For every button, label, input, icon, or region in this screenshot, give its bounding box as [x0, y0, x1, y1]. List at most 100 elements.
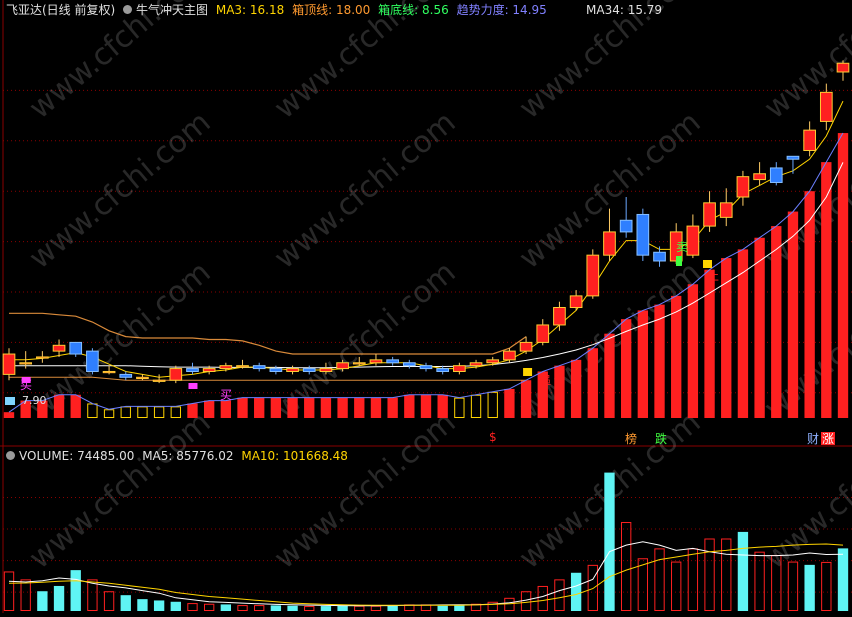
trend-bar — [354, 397, 365, 418]
chase-marker — [523, 368, 533, 376]
candle-body — [286, 368, 299, 372]
watermark-text: www.cfchi.com — [23, 405, 218, 576]
volume-bar — [821, 561, 832, 611]
volume-settings-icon[interactable] — [6, 451, 15, 460]
volume-bar — [170, 601, 181, 611]
candle-body — [69, 341, 83, 355]
volume-value: VOLUME: 74485.00 — [19, 449, 135, 463]
volume-bar — [3, 571, 15, 611]
trend-bar — [220, 400, 232, 418]
trend-bar — [487, 391, 498, 419]
watermark-text: www.cfchi.com — [513, 0, 708, 126]
candle-body — [553, 307, 566, 326]
volume-bar — [454, 605, 465, 611]
trend-bar — [504, 388, 515, 418]
trend-bar — [254, 397, 265, 418]
volume-bar — [370, 605, 382, 612]
volume-bar — [837, 548, 849, 611]
candle-body — [653, 251, 666, 262]
candle-body — [269, 368, 283, 372]
candle-body — [402, 362, 416, 367]
volume-bar — [604, 472, 615, 611]
volume-bar — [37, 591, 48, 611]
candle-body — [719, 202, 733, 218]
volume-bar — [437, 605, 448, 611]
candle-body — [202, 368, 216, 372]
volume-bar — [737, 531, 749, 611]
candle-body — [536, 324, 550, 343]
candle-body — [119, 373, 133, 378]
trend-bar — [420, 394, 432, 418]
candle-body — [2, 353, 16, 375]
price-marker — [5, 397, 15, 405]
trend-bar — [754, 237, 765, 418]
trend-value: 趋势力度: 14.95 — [456, 3, 547, 17]
candle-body — [136, 376, 149, 379]
volume-bar — [237, 605, 248, 611]
trend-bar — [837, 133, 849, 419]
candle-body — [586, 254, 600, 297]
trend-bar — [771, 226, 782, 418]
volume-bar — [320, 606, 332, 611]
volume-bar — [153, 600, 165, 611]
indicator-settings-icon[interactable] — [123, 5, 133, 14]
box-top-value: 箱顶线: 18.00 — [292, 3, 371, 17]
candle-body — [219, 365, 233, 370]
candle-body — [469, 362, 483, 367]
indicator-name[interactable]: 牛气冲天主图 — [136, 3, 208, 17]
trend-bar — [3, 412, 15, 418]
volume-bar — [704, 538, 715, 611]
trend-bar — [604, 333, 615, 418]
candle-body — [636, 213, 650, 256]
trend-bar — [721, 258, 732, 418]
trend-bar — [304, 397, 315, 418]
watermark-text: www.cfchi.com — [268, 405, 463, 576]
watermark-text: www.cfchi.com — [268, 105, 463, 276]
candle-body — [252, 365, 266, 370]
candle-body — [819, 91, 833, 122]
candle-body — [703, 202, 716, 227]
trend-bar — [520, 380, 532, 418]
trend-bar — [821, 162, 832, 418]
ma34-value: MA34: 15.79 — [586, 3, 663, 17]
trend-bar — [170, 406, 181, 419]
trend-bar — [187, 403, 198, 418]
vol-ma10-value: MA10: 101668.48 — [241, 449, 348, 463]
candle-body — [36, 356, 49, 359]
volume-bar — [87, 579, 98, 612]
die-signal: 跌 — [655, 431, 667, 446]
candle-body — [753, 173, 766, 181]
volume-bar — [270, 605, 282, 611]
candle-body — [186, 368, 199, 372]
candle-body — [152, 379, 166, 382]
stop-marker — [703, 260, 712, 268]
candle-body — [436, 368, 450, 372]
trend-bar — [687, 284, 699, 418]
candle-body — [686, 225, 700, 256]
candle-body — [486, 359, 500, 364]
volume-bar — [787, 561, 799, 611]
candle-body — [19, 362, 33, 365]
volume-bar — [354, 605, 365, 612]
stock-name[interactable]: 飞亚达(日线 前复权) — [6, 3, 115, 17]
trend-bar — [587, 348, 598, 418]
volume-bar — [620, 522, 632, 611]
candle-body — [419, 365, 433, 370]
price-axis-label: 7.90 — [22, 394, 47, 407]
dollar-signal: $ — [489, 430, 497, 444]
chart-canvas: www.cfchi.com www.cfchi.com www.cfchi.com w… — [0, 0, 852, 613]
volume-bar — [587, 564, 598, 612]
trend-bar — [370, 397, 382, 418]
trend-bar — [103, 409, 115, 418]
volume-bar — [120, 595, 131, 611]
trend-bar — [671, 295, 682, 418]
trend-bar — [454, 397, 465, 418]
candle-body — [302, 368, 316, 372]
volume-bar — [53, 585, 65, 611]
candle-body — [569, 295, 583, 309]
trend-bar — [53, 394, 65, 418]
candle-body — [386, 359, 399, 364]
trend-bar — [120, 406, 131, 419]
trend-bar — [554, 365, 565, 418]
chart-stage: www.cfchi.com www.cfchi.com www.cfchi.com w… — [0, 0, 852, 613]
